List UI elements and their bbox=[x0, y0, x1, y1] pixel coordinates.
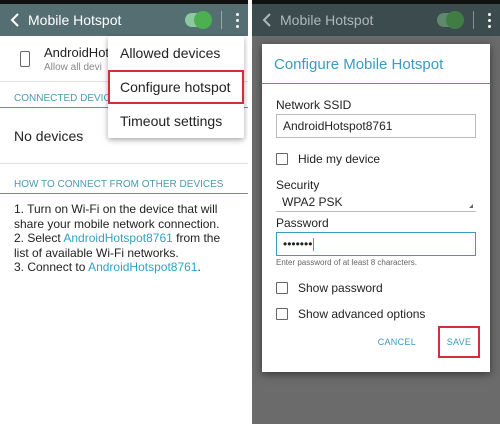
save-button-highlight: SAVE bbox=[438, 326, 480, 358]
advanced-options-label: Show advanced options bbox=[298, 307, 426, 321]
dialog-title: Configure Mobile Hotspot bbox=[262, 44, 490, 84]
toggle-knob bbox=[446, 11, 464, 29]
toggle-knob bbox=[194, 11, 212, 29]
ssid-link: AndroidHotspot8761 bbox=[88, 260, 198, 274]
show-password-checkbox-row[interactable]: Show password bbox=[262, 277, 490, 299]
advanced-options-checkbox-row[interactable]: Show advanced options bbox=[262, 303, 490, 325]
step-1: 1. Turn on Wi-Fi on the device that will… bbox=[14, 202, 220, 231]
save-button[interactable]: SAVE bbox=[447, 337, 472, 347]
hotspot-toggle[interactable] bbox=[185, 11, 212, 29]
ssid-input[interactable]: AndroidHotspot8761 bbox=[276, 114, 476, 138]
left-screen: Mobile Hotspot AndroidHot Allow all devi… bbox=[0, 0, 248, 424]
password-input[interactable]: ••••••• bbox=[276, 232, 476, 256]
howto-header: HOW TO CONNECT FROM OTHER DEVICES bbox=[0, 176, 248, 194]
app-bar: Mobile Hotspot bbox=[0, 4, 248, 36]
hide-device-checkbox-row[interactable]: Hide my device bbox=[262, 148, 490, 170]
dialog-buttons: CANCEL SAVE bbox=[378, 326, 480, 358]
configure-hotspot-dialog: Configure Mobile Hotspot Network SSID An… bbox=[262, 44, 490, 372]
chevron-left-icon[interactable] bbox=[6, 11, 24, 29]
device-name: AndroidHot bbox=[44, 44, 110, 60]
dropdown-arrow-icon bbox=[469, 204, 473, 208]
divider bbox=[473, 11, 474, 29]
ssid-label: Network SSID bbox=[276, 98, 352, 112]
howto-steps: 1. Turn on Wi-Fi on the device that will… bbox=[0, 194, 248, 283]
phone-icon bbox=[20, 50, 30, 67]
page-title: Mobile Hotspot bbox=[28, 12, 122, 28]
hotspot-toggle bbox=[437, 11, 464, 29]
cancel-button[interactable]: CANCEL bbox=[378, 337, 416, 347]
password-hint: Enter password of at least 8 characters. bbox=[276, 258, 417, 267]
more-vert-icon bbox=[484, 12, 494, 28]
menu-item-timeout-settings[interactable]: Timeout settings bbox=[108, 104, 244, 138]
step-3: 3. Connect to AndroidHotspot8761. bbox=[14, 260, 201, 274]
menu-item-configure-hotspot[interactable]: Configure hotspot bbox=[108, 70, 244, 104]
security-select[interactable]: WPA2 PSK bbox=[276, 192, 476, 212]
show-password-checkbox[interactable] bbox=[276, 282, 288, 294]
hide-device-label: Hide my device bbox=[298, 152, 381, 166]
right-screen: Mobile Hotspot Configure Mobile Hotspot … bbox=[252, 0, 500, 424]
advanced-options-checkbox[interactable] bbox=[276, 308, 288, 320]
chevron-left-icon bbox=[258, 11, 276, 29]
step-2: 2. Select AndroidHotspot8761 from the li… bbox=[14, 231, 221, 260]
security-label: Security bbox=[276, 178, 320, 192]
password-label: Password bbox=[276, 216, 329, 230]
page-title: Mobile Hotspot bbox=[280, 12, 374, 28]
overflow-menu: Allowed devices Configure hotspot Timeou… bbox=[108, 36, 244, 138]
menu-item-allowed-devices[interactable]: Allowed devices bbox=[108, 36, 244, 70]
divider bbox=[221, 11, 222, 29]
device-subtitle: Allow all devi bbox=[44, 61, 102, 73]
text-cursor bbox=[313, 237, 315, 251]
more-vert-icon[interactable] bbox=[232, 12, 242, 28]
hide-device-checkbox[interactable] bbox=[276, 153, 288, 165]
show-password-label: Show password bbox=[298, 281, 383, 295]
ssid-link: AndroidHotspot8761 bbox=[63, 231, 173, 245]
app-bar: Mobile Hotspot bbox=[252, 4, 500, 36]
